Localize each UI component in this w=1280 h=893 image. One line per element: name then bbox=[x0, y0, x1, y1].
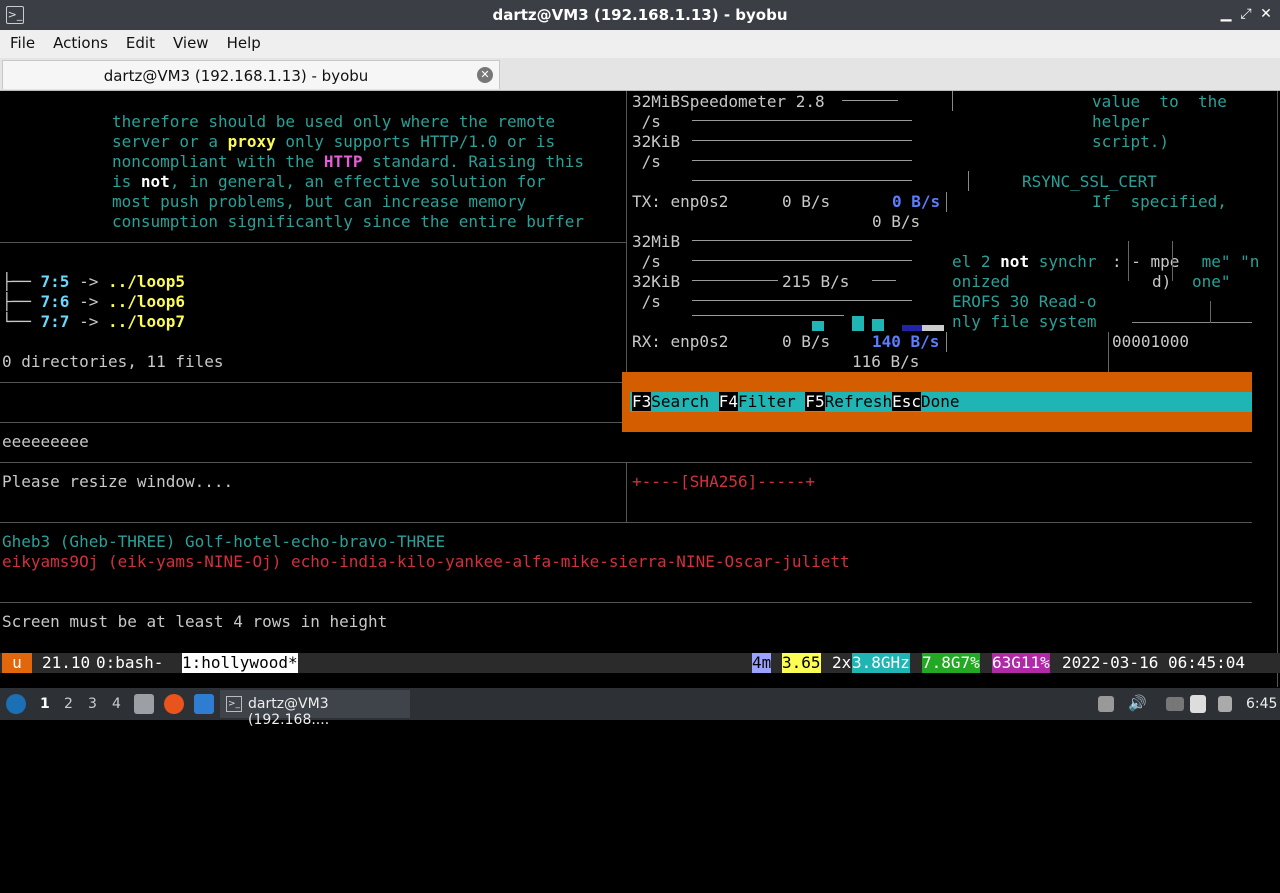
uptime: 4m bbox=[752, 653, 772, 673]
pane-divider bbox=[0, 242, 626, 243]
workspace-2[interactable]: 2 bbox=[64, 696, 73, 712]
key-f3[interactable]: F3 bbox=[632, 392, 652, 411]
rx-label: RX: enp0s2 bbox=[632, 332, 729, 351]
close-icon[interactable]: ✕ bbox=[1256, 4, 1276, 24]
hex-value: 00001000 bbox=[1112, 332, 1190, 351]
window-title: dartz@VM3 (192.168.1.13) - byobu bbox=[492, 6, 788, 24]
tx-rate-avg: 0 B/s bbox=[872, 212, 921, 231]
speedometer-scale-top: 32MiBSpeedometer 2.8 bbox=[632, 92, 825, 111]
tab-bar: dartz@VM3 (192.168.1.13) - byobu ✕ bbox=[0, 58, 1280, 91]
rx-rate-current: 140 B/s bbox=[872, 332, 940, 351]
cpu-frequency: 3.8GHz bbox=[852, 653, 910, 673]
pane-divider bbox=[626, 91, 627, 372]
garbled-text: el 2 not synchr bbox=[952, 252, 1097, 271]
tx-rate: 0 B/s bbox=[782, 192, 831, 211]
htop-function-keys: F3Search F4Filter F5RefreshEscDone bbox=[632, 392, 960, 412]
menu-view[interactable]: View bbox=[163, 30, 217, 52]
tab-close-icon[interactable]: ✕ bbox=[477, 67, 493, 83]
ubuntu-logo-badge: u bbox=[2, 653, 32, 673]
rx-graph-bar bbox=[852, 316, 864, 331]
pane-divider bbox=[1277, 91, 1278, 687]
htop-footer-panel: F3Search F4Filter F5RefreshEscDone bbox=[622, 372, 1252, 432]
htop-filter-button[interactable]: Filter bbox=[738, 392, 796, 411]
disk-usage: 63G11% bbox=[992, 653, 1050, 673]
taskbar-item-terminal[interactable]: >_ dartz@VM3 (192.168.... bbox=[220, 690, 410, 728]
window-1-hollywood[interactable]: 1:hollywood* bbox=[182, 653, 298, 673]
window-0-bash[interactable]: 0:bash- bbox=[96, 653, 163, 673]
pane-divider bbox=[0, 522, 1252, 523]
pane-divider bbox=[626, 463, 627, 522]
htop-done-button[interactable]: Done bbox=[921, 392, 960, 411]
key-f4[interactable]: F4 bbox=[718, 392, 738, 411]
rows-message: Screen must be at least 4 rows in height bbox=[2, 612, 388, 631]
rx-graph-bar bbox=[812, 321, 824, 331]
menu-actions[interactable]: Actions bbox=[43, 30, 116, 52]
restore-icon[interactable]: ⤢ bbox=[1236, 4, 1256, 24]
rx-rate: 0 B/s bbox=[782, 332, 831, 351]
byobu-status-bar: u 21.10 0:bash- 1:hollywood* 4m 3.65 2x … bbox=[0, 653, 1280, 673]
rx-mid-rate: 215 B/s bbox=[782, 272, 850, 291]
key-f5[interactable]: F5 bbox=[805, 392, 825, 411]
eee-output: eeeeeeeee bbox=[2, 432, 89, 451]
rx-graph-bar bbox=[922, 325, 944, 331]
memory-usage: 7.8G7% bbox=[922, 653, 980, 673]
network-icon[interactable] bbox=[1166, 697, 1184, 711]
tray-clipboard-icon[interactable] bbox=[1098, 696, 1114, 712]
tx-rate-current: 0 B/s bbox=[892, 192, 941, 211]
terminal-tab[interactable]: dartz@VM3 (192.168.1.13) - byobu ✕ bbox=[2, 60, 500, 89]
rx-graph-bar bbox=[902, 325, 922, 331]
file-manager-icon[interactable] bbox=[134, 694, 154, 714]
htop-search-button[interactable]: Search bbox=[651, 392, 709, 411]
tx-label: TX: enp0s2 bbox=[632, 192, 729, 211]
key-esc[interactable]: Esc bbox=[892, 392, 922, 411]
workspace-4[interactable]: 4 bbox=[112, 696, 121, 712]
desktop-icon[interactable] bbox=[194, 694, 214, 714]
menu-bar: File Actions Edit View Help bbox=[0, 30, 1280, 58]
load-average: 3.65 bbox=[782, 653, 821, 673]
pane-divider bbox=[0, 422, 626, 423]
name-line-green: Gheb3 (Gheb-THREE) Golf-hotel-echo-bravo… bbox=[2, 532, 446, 551]
tree-output: ├── 7:5 -> ../loop5 ├── 7:6 -> ../loop6 … bbox=[2, 272, 224, 371]
pane-divider bbox=[0, 382, 626, 383]
menu-file[interactable]: File bbox=[0, 30, 43, 52]
workspace-1[interactable]: 1 bbox=[40, 696, 50, 712]
menu-help[interactable]: Help bbox=[217, 30, 269, 52]
firefox-icon[interactable] bbox=[164, 694, 184, 714]
minimize-icon[interactable]: ▁ bbox=[1216, 4, 1236, 24]
desktop-taskbar: 1 2 3 4 >_ dartz@VM3 (192.168.... 🔊 6:45 bbox=[0, 688, 1280, 728]
rx-rate-avg: 116 B/s bbox=[852, 352, 920, 371]
cpu-count: 2x bbox=[832, 653, 852, 672]
notes-icon[interactable] bbox=[1190, 695, 1206, 713]
terminal-area[interactable]: therefore should be used only where the … bbox=[0, 91, 1280, 687]
menu-edit[interactable]: Edit bbox=[116, 30, 163, 52]
volume-icon[interactable]: 🔊 bbox=[1128, 694, 1147, 712]
rx-graph-bar bbox=[872, 319, 884, 331]
terminal-icon: >_ bbox=[226, 696, 242, 712]
taskbar-item-label: dartz@VM3 (192.168.... bbox=[248, 696, 330, 728]
tab-label: dartz@VM3 (192.168.1.13) - byobu bbox=[103, 67, 369, 85]
release-version: 21.10 bbox=[42, 653, 91, 672]
lock-icon[interactable] bbox=[1218, 696, 1232, 712]
resize-message: Please resize window.... bbox=[2, 472, 234, 491]
taskbar-clock: 6:45 bbox=[1246, 696, 1278, 712]
name-line-red: eikyams9Oj (eik-yams-NINE-Oj) echo-india… bbox=[2, 552, 850, 571]
workspace-3[interactable]: 3 bbox=[88, 696, 97, 712]
date-time: 2022-03-16 06:45:04 bbox=[1062, 653, 1246, 672]
pane-divider bbox=[0, 602, 1252, 603]
man-page-text: therefore should be used only where the … bbox=[112, 112, 585, 231]
sha256-box: +----[SHA256]-----+ bbox=[632, 472, 816, 491]
start-menu-icon[interactable] bbox=[6, 694, 26, 714]
htop-refresh-button[interactable]: Refresh bbox=[825, 392, 892, 411]
window-titlebar[interactable]: >_ dartz@VM3 (192.168.1.13) - byobu ▁ ⤢ … bbox=[0, 0, 1280, 30]
